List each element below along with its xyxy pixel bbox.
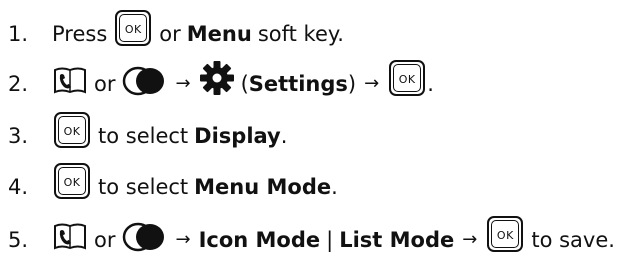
step-text: ( — [240, 72, 249, 96]
nav-key-icon — [121, 222, 167, 252]
step-number: 5. — [8, 228, 29, 252]
step-bold-text: List Mode — [339, 228, 455, 252]
step-number: 1. — [8, 22, 29, 46]
ok-key-icon: OK — [487, 216, 524, 252]
step-bold-text: Settings — [248, 72, 348, 96]
ok-key-icon: OK — [54, 163, 90, 199]
step-text: ) — [347, 72, 357, 96]
ok-key-icon: OK — [115, 10, 152, 46]
step-text: to select — [98, 124, 189, 148]
step-1: 1. Press OK or Menu soft key. — [0, 10, 344, 46]
step-bold-text: Menu — [186, 22, 252, 46]
step-number: 4. — [8, 175, 29, 199]
step-bold-text: Display — [194, 124, 281, 148]
step-5: 5. or → Icon Mode | List Mode → OK to sa… — [0, 216, 615, 252]
step-bold-text: Icon Mode — [198, 228, 321, 252]
step-text: to save. — [531, 228, 615, 252]
step-4: 4. OK to select Menu Mode . — [0, 163, 338, 199]
arrow-icon: → — [175, 229, 191, 250]
step-text: or — [94, 72, 116, 96]
arrow-icon: → — [364, 73, 380, 94]
step-text: . — [427, 72, 434, 96]
arrow-icon: → — [175, 73, 191, 94]
instruction-steps: 1. Press OK or Menu soft key. 2. or → (… — [0, 0, 637, 266]
settings-gear-icon — [199, 60, 235, 96]
arrow-icon: → — [462, 229, 478, 250]
ok-key-icon: OK — [54, 112, 90, 148]
phonebook-icon — [52, 222, 88, 252]
step-text: . — [280, 124, 288, 148]
step-text: . — [331, 175, 338, 199]
step-number: 2. — [8, 72, 29, 96]
step-text: | — [326, 228, 334, 252]
step-text: or — [94, 228, 116, 252]
step-text: soft key. — [257, 22, 344, 46]
step-text: Press — [52, 22, 108, 46]
step-number: 3. — [8, 124, 29, 148]
nav-key-icon — [121, 66, 167, 96]
step-2: 2. or → (Settings) → OK . — [0, 60, 434, 96]
phonebook-icon — [52, 66, 88, 96]
step-bold-text: Menu Mode — [194, 175, 332, 199]
step-text: or — [159, 22, 181, 46]
step-text: to select — [98, 175, 189, 199]
ok-key-icon: OK — [389, 60, 426, 96]
step-3: 3. OK to select Display . — [0, 112, 287, 148]
